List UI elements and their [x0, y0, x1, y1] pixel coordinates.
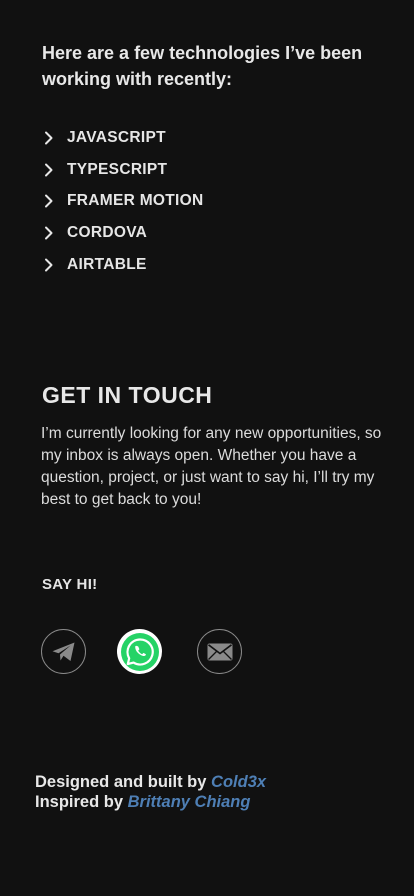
technology-item: JAVASCRIPT — [42, 122, 204, 154]
telegram-link[interactable] — [41, 629, 86, 674]
email-link[interactable] — [197, 629, 242, 674]
inspired-by-link[interactable]: Brittany Chiang — [128, 793, 251, 811]
technologies-list: JAVASCRIPT TYPESCRIPT FRAMER MOTION CORD… — [42, 122, 204, 281]
chevron-right-icon — [42, 194, 56, 208]
designed-by-prefix: Designed and built by — [35, 773, 207, 791]
designed-by-link[interactable]: Cold3x — [211, 773, 266, 791]
technology-label: FRAMER MOTION — [67, 192, 204, 210]
whatsapp-icon — [118, 630, 162, 674]
social-links — [41, 629, 251, 675]
page: Here are a few technologies I’ve been wo… — [0, 0, 414, 896]
inspired-by-line: Inspired by Brittany Chiang — [35, 792, 266, 812]
email-icon — [207, 643, 233, 661]
technology-label: JAVASCRIPT — [67, 128, 166, 146]
footer-credits: Designed and built by Cold3x Inspired by… — [35, 772, 266, 812]
contact-description: I’m currently looking for any new opport… — [41, 425, 382, 508]
contact-heading: GET IN TOUCH — [42, 382, 213, 408]
technology-item: TYPESCRIPT — [42, 154, 204, 186]
technology-label: TYPESCRIPT — [67, 160, 168, 178]
inspired-by-prefix: Inspired by — [35, 793, 124, 811]
technology-item: AIRTABLE — [42, 249, 204, 281]
technology-item: CORDOVA — [42, 217, 204, 249]
whatsapp-link[interactable] — [117, 629, 162, 674]
technology-label: AIRTABLE — [67, 256, 147, 274]
say-hi-heading: SAY HI! — [42, 576, 98, 593]
chevron-right-icon — [42, 226, 56, 240]
technology-item: FRAMER MOTION — [42, 186, 204, 218]
chevron-right-icon — [42, 131, 56, 145]
chevron-right-icon — [42, 163, 56, 177]
chevron-right-icon — [42, 258, 56, 272]
designed-by-line: Designed and built by Cold3x — [35, 772, 266, 792]
technologies-intro: Here are a few technologies I’ve been wo… — [42, 43, 363, 89]
technology-label: CORDOVA — [67, 224, 148, 242]
telegram-icon — [51, 641, 77, 663]
